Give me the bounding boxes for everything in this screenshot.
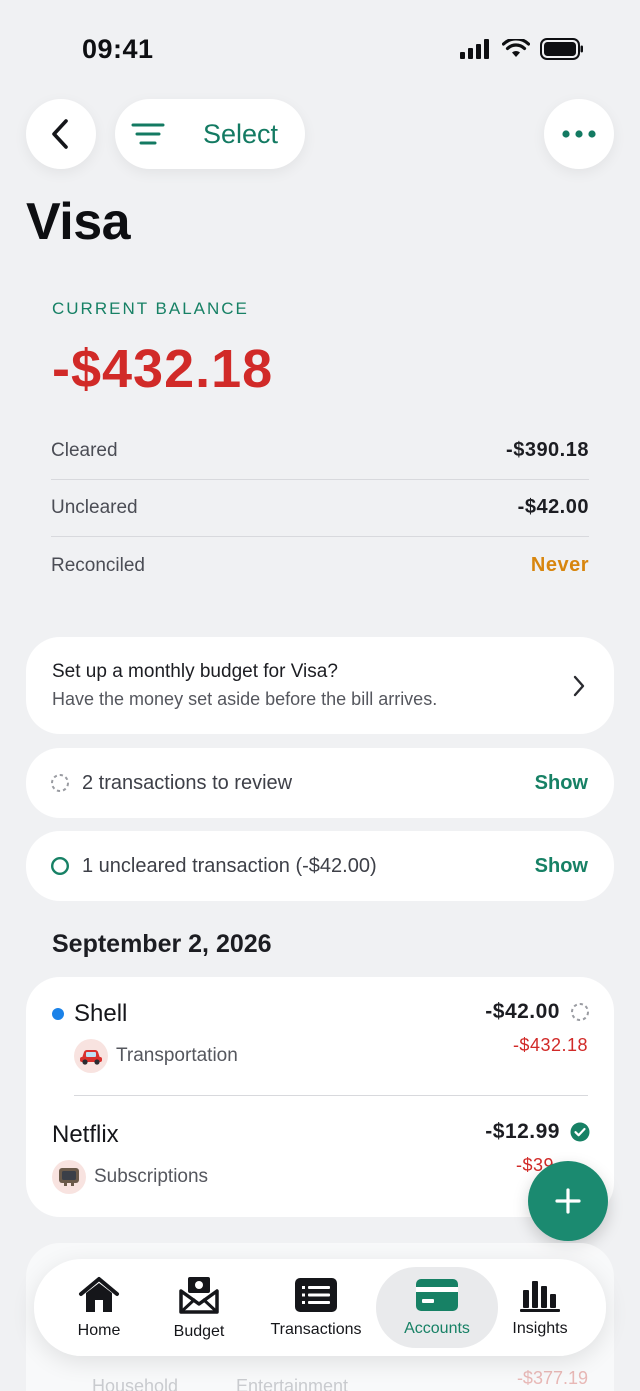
transaction-amount: -$12.99 bbox=[485, 1120, 560, 1143]
pending-dashed-circle-icon bbox=[51, 774, 69, 792]
more-button[interactable] bbox=[544, 99, 614, 169]
wifi-icon bbox=[502, 39, 530, 57]
tv-icon bbox=[52, 1160, 86, 1194]
reconciled-value: Never bbox=[530, 554, 589, 576]
card-icon bbox=[416, 1278, 458, 1311]
uncleared-label: Uncleared bbox=[51, 496, 138, 518]
pending-dot bbox=[52, 1008, 64, 1020]
car-icon bbox=[74, 1039, 108, 1073]
reconciled-label: Reconciled bbox=[51, 554, 145, 576]
budget-prompt-subtitle: Have the money set aside before the bill… bbox=[52, 689, 438, 709]
uncleared-text: 1 uncleared transaction (-$42.00) bbox=[82, 854, 377, 877]
tab-accounts[interactable]: Accounts bbox=[376, 1267, 498, 1348]
select-button[interactable]: Select bbox=[115, 99, 305, 169]
transaction-amount-group: -$12.99 bbox=[485, 1120, 590, 1144]
cleared-value: -$390.18 bbox=[506, 439, 589, 461]
chevron-left-icon bbox=[52, 119, 68, 149]
tab-budget[interactable]: Budget bbox=[154, 1267, 244, 1348]
transaction-amount-group: -$42.00 bbox=[485, 1000, 590, 1024]
transaction-payee: Shell bbox=[74, 1000, 128, 1027]
tab-transactions[interactable]: Transactions bbox=[260, 1267, 372, 1348]
ghost-category-household: Household bbox=[92, 1376, 179, 1391]
tab-home[interactable]: Home bbox=[54, 1267, 144, 1348]
filter-lines-icon bbox=[131, 123, 165, 145]
review-text: 2 transactions to review bbox=[82, 771, 293, 794]
chevron-right-icon bbox=[573, 675, 585, 697]
ghost-amount: -$377.19 bbox=[516, 1368, 588, 1388]
cleared-label: Cleared bbox=[51, 439, 118, 461]
list-icon bbox=[295, 1277, 337, 1312]
category-label: Transportation bbox=[116, 1045, 238, 1066]
budget-prompt-title: Set up a monthly budget for Visa? bbox=[52, 661, 338, 682]
status-icons bbox=[460, 38, 584, 60]
review-banner: 2 transactions to review Show bbox=[26, 748, 614, 818]
balance-amount: -$432.18 bbox=[52, 339, 274, 399]
category-label: Subscriptions bbox=[94, 1166, 209, 1187]
uncleared-show-button[interactable]: Show bbox=[535, 855, 588, 878]
reconciled-row: Reconciled Never bbox=[51, 537, 589, 594]
transaction-payee: Netflix bbox=[52, 1121, 119, 1148]
transaction-row[interactable]: Shell Transportation -$42.00 -$432.18 bbox=[26, 977, 614, 1095]
running-balance: -$432.18 bbox=[512, 1035, 588, 1055]
tab-label: Home bbox=[77, 1321, 121, 1339]
signal-icon bbox=[460, 39, 489, 59]
pending-dashed-circle-icon bbox=[571, 1003, 589, 1021]
ghost-category-entertainment: Entertainment bbox=[236, 1376, 349, 1391]
transaction-amount: -$42.00 bbox=[485, 1000, 560, 1023]
review-show-button[interactable]: Show bbox=[535, 772, 588, 795]
tab-insights[interactable]: Insights bbox=[500, 1267, 580, 1348]
bar-chart-icon bbox=[520, 1280, 560, 1312]
transaction-category: Transportation bbox=[74, 1039, 238, 1073]
cleared-check-icon bbox=[570, 1122, 590, 1142]
tab-label: Transactions bbox=[270, 1320, 362, 1338]
uncleared-value: -$42.00 bbox=[517, 496, 589, 518]
cleared-row: Cleared -$390.18 bbox=[51, 422, 589, 479]
uncleared-circle-icon bbox=[50, 856, 70, 876]
ellipsis-icon bbox=[562, 130, 596, 138]
transaction-row[interactable]: Netflix Subscriptions -$12.99 -$39 bbox=[26, 1096, 614, 1216]
back-button[interactable] bbox=[26, 99, 96, 169]
tab-label: Accounts bbox=[404, 1319, 470, 1337]
page-title: Visa bbox=[26, 193, 131, 251]
budget-prompt-card[interactable]: Set up a monthly budget for Visa? Have t… bbox=[26, 637, 614, 734]
add-transaction-button[interactable] bbox=[528, 1161, 608, 1241]
balance-label: CURRENT BALANCE bbox=[52, 299, 249, 318]
house-icon bbox=[79, 1276, 119, 1312]
envelope-icon bbox=[179, 1276, 219, 1314]
uncleared-banner: 1 uncleared transaction (-$42.00) Show bbox=[26, 831, 614, 901]
tab-bar: Home Budget Transactions Accounts Insigh… bbox=[34, 1259, 606, 1356]
status-time: 09:41 bbox=[82, 34, 154, 64]
date-header: September 2, 2026 bbox=[52, 930, 272, 958]
select-label: Select bbox=[203, 118, 279, 149]
battery-icon bbox=[540, 38, 583, 60]
transactions-card: Shell Transportation -$42.00 -$432.18 Ne… bbox=[26, 977, 614, 1217]
transaction-category: Subscriptions bbox=[52, 1160, 208, 1194]
tab-label: Budget bbox=[173, 1322, 225, 1340]
uncleared-row: Uncleared -$42.00 bbox=[51, 479, 589, 536]
plus-icon bbox=[555, 1188, 581, 1214]
tab-label: Insights bbox=[512, 1319, 568, 1337]
